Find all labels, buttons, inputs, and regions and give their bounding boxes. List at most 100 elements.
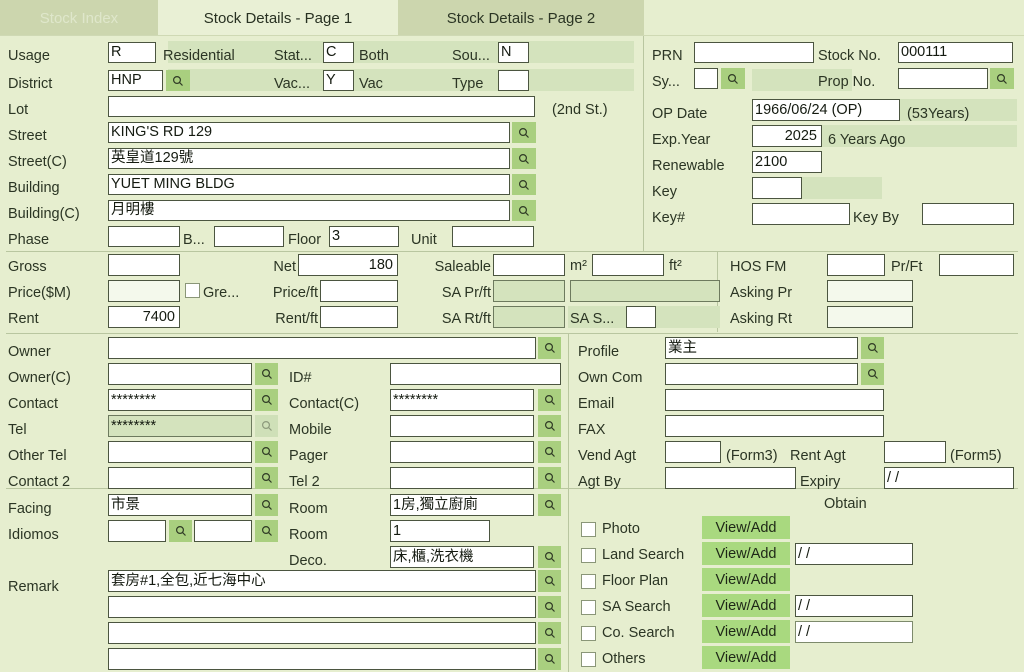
key-hash-input[interactable] (752, 203, 850, 225)
sy-input[interactable] (694, 68, 718, 89)
contact-c-search-icon[interactable] (538, 389, 561, 411)
other-tel-search-icon[interactable] (255, 441, 278, 463)
facing-input[interactable]: 市景 (108, 494, 252, 516)
remark-search-icon-3[interactable] (538, 622, 561, 644)
deco-search-icon[interactable] (538, 546, 561, 568)
sy-search-icon[interactable] (721, 68, 745, 89)
pager-search-icon[interactable] (538, 441, 561, 463)
key-input[interactable] (752, 177, 802, 199)
vac-code-input[interactable]: Y (323, 70, 354, 91)
obtain-date-land-search[interactable]: / / (795, 543, 913, 565)
obtain-viewadd-floor-plan[interactable]: View/Add (702, 568, 790, 591)
vend-agt-input[interactable] (665, 441, 721, 463)
stock-no-input[interactable]: 000111 (898, 42, 1013, 63)
mobile-search-icon[interactable] (538, 415, 561, 437)
obtain-checkbox-photo[interactable] (581, 522, 596, 537)
price-m-input[interactable] (108, 280, 180, 302)
street-c-search-icon[interactable] (512, 148, 536, 169)
remark-search-icon-1[interactable] (538, 570, 561, 592)
id-input[interactable] (390, 363, 561, 385)
exp-year-input[interactable]: 2025 (752, 125, 822, 147)
remark-input-4[interactable] (108, 648, 536, 670)
fax-input[interactable] (665, 415, 884, 437)
saleable-ft2-input[interactable] (592, 254, 664, 276)
own-com-input[interactable] (665, 363, 858, 385)
tel-2-input[interactable] (390, 467, 534, 489)
floor-input[interactable]: 3 (329, 226, 399, 247)
building-search-icon[interactable] (512, 174, 536, 195)
key-by-input[interactable] (922, 203, 1014, 225)
remark-input-1[interactable]: 套房#1,全包,近七海中心 (108, 570, 536, 592)
obtain-checkbox-land-search[interactable] (581, 548, 596, 563)
contact-2-search-icon[interactable] (255, 467, 278, 489)
district-search-icon[interactable] (166, 70, 190, 91)
idiomos-search-icon-2[interactable] (255, 520, 278, 542)
contact-input[interactable]: ******** (108, 389, 252, 411)
tab-stock-index[interactable]: Stock Index (0, 0, 158, 36)
block-input[interactable] (214, 226, 284, 247)
phase-input[interactable] (108, 226, 180, 247)
pr-ft-input[interactable] (939, 254, 1014, 276)
contact-search-icon[interactable] (255, 389, 278, 411)
prop-no-input[interactable] (898, 68, 988, 89)
obtain-viewadd-co-search[interactable]: View/Add (702, 620, 790, 643)
obtain-viewadd-land-search[interactable]: View/Add (702, 542, 790, 565)
remark-input-3[interactable] (108, 622, 536, 644)
lot-input[interactable] (108, 96, 535, 117)
building-c-input[interactable]: 月明樓 (108, 200, 510, 221)
owner-search-icon[interactable] (538, 337, 561, 359)
own-com-search-icon[interactable] (861, 363, 884, 385)
obtain-viewadd-sa-search[interactable]: View/Add (702, 594, 790, 617)
type-code-input[interactable] (498, 70, 529, 91)
asking-rt-input[interactable] (827, 306, 913, 328)
contact-2-input[interactable] (108, 467, 252, 489)
green-checkbox[interactable] (185, 283, 200, 298)
remark-input-2[interactable] (108, 596, 536, 618)
deco-input[interactable]: 床,櫃,洗衣機 (390, 546, 534, 568)
price-ft-input[interactable] (320, 280, 398, 302)
rent-agt-input[interactable] (884, 441, 946, 463)
obtain-date-sa-search[interactable]: / / (795, 595, 913, 617)
room-2-input[interactable]: 1 (390, 520, 490, 542)
idiomos-search-icon-1[interactable] (169, 520, 192, 542)
district-code-input[interactable]: HNP (108, 70, 163, 91)
asking-pr-input[interactable] (827, 280, 913, 302)
sou-code-input[interactable]: N (498, 42, 529, 63)
owner-input[interactable] (108, 337, 536, 359)
obtain-viewadd-photo[interactable]: View/Add (702, 516, 790, 539)
gross-input[interactable] (108, 254, 180, 276)
agt-by-input[interactable] (665, 467, 796, 489)
obtain-date-co-search[interactable]: / / (795, 621, 913, 643)
profile-search-icon[interactable] (861, 337, 884, 359)
obtain-checkbox-co-search[interactable] (581, 626, 596, 641)
obtain-checkbox-floor-plan[interactable] (581, 574, 596, 589)
saleable-m2-input[interactable] (493, 254, 565, 276)
prop-no-search-icon[interactable] (990, 68, 1014, 89)
unit-input[interactable] (452, 226, 534, 247)
idiomos-input-2[interactable] (194, 520, 252, 542)
obtain-checkbox-sa-search[interactable] (581, 600, 596, 615)
usage-code-input[interactable]: R (108, 42, 156, 63)
remark-search-icon-2[interactable] (538, 596, 561, 618)
street-search-icon[interactable] (512, 122, 536, 143)
op-date-input[interactable]: 1966/06/24 (OP) (752, 99, 900, 121)
idiomos-input-1[interactable] (108, 520, 166, 542)
owner-c-search-icon[interactable] (255, 363, 278, 385)
stat-code-input[interactable]: C (323, 42, 354, 63)
email-input[interactable] (665, 389, 884, 411)
room-input[interactable]: 1房,獨立廚廁 (390, 494, 534, 516)
remark-search-icon-4[interactable] (538, 648, 561, 670)
expiry-input[interactable]: / / (884, 467, 1014, 489)
net-input[interactable]: 180 (298, 254, 398, 276)
rent-ft-input[interactable] (320, 306, 398, 328)
prn-input[interactable] (694, 42, 814, 63)
rent-input[interactable]: 7400 (108, 306, 180, 328)
tel-2-search-icon[interactable] (538, 467, 561, 489)
tab-stock-details-page-2[interactable]: Stock Details - Page 2 (398, 0, 644, 36)
obtain-viewadd-others[interactable]: View/Add (702, 646, 790, 669)
other-tel-input[interactable] (108, 441, 252, 463)
hos-fm-input[interactable] (827, 254, 885, 276)
profile-input[interactable]: 業主 (665, 337, 858, 359)
street-c-input[interactable]: 英皇道129號 (108, 148, 510, 169)
room-search-icon[interactable] (538, 494, 561, 516)
